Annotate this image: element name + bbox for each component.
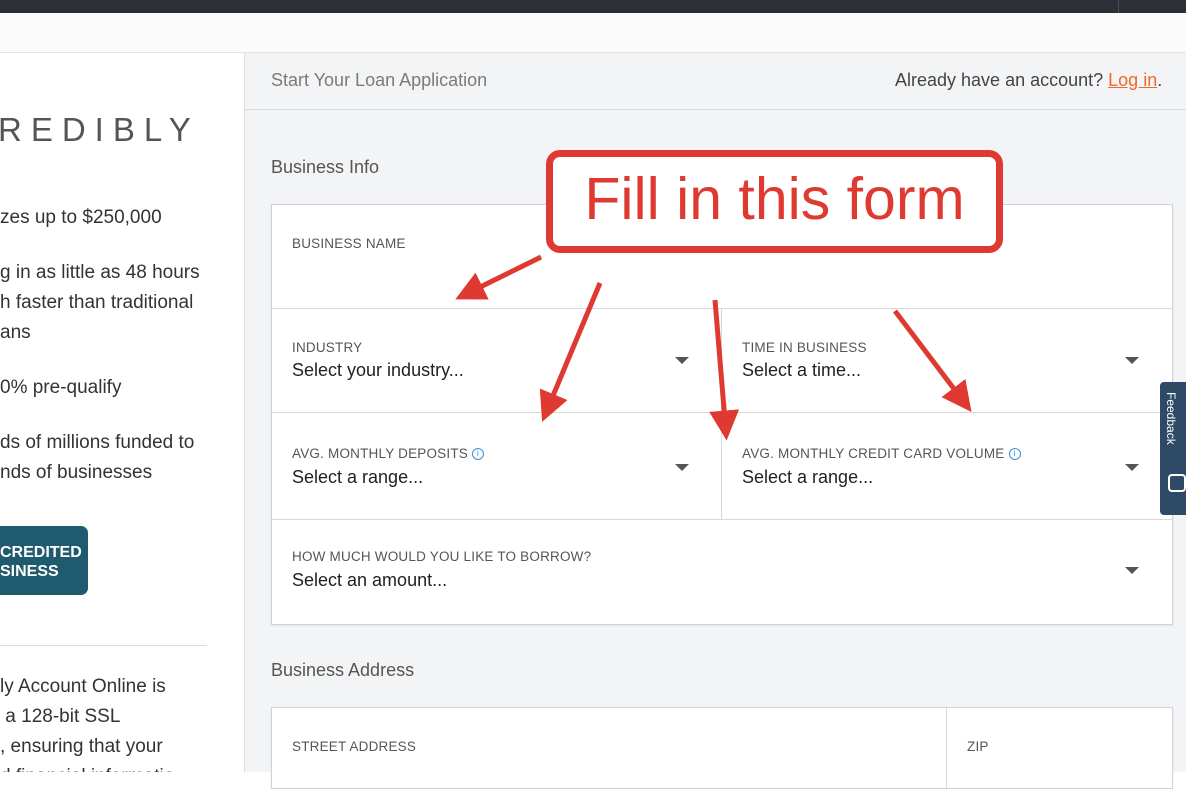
feature-text: 0% pre-qualify [0,377,122,398]
business-address-title: Business Address [271,660,415,680]
time-in-business-value: Select a time... [742,360,862,380]
zip-label: ZIP [967,739,989,754]
security-text: , ensuring that your [0,736,163,757]
camera-icon [1168,474,1186,492]
chevron-down-icon [1125,567,1139,574]
left-sidebar: REDIBLY zes up to $250,000 g in as littl… [0,53,245,772]
feature-text: zes up to $250,000 [0,207,162,228]
borrow-amount-select[interactable]: HOW MUCH WOULD YOU LIKE TO BORROW? Selec… [272,520,1172,624]
monthly-deposits-value: Select a range... [292,467,424,487]
borrow-amount-label: HOW MUCH WOULD YOU LIKE TO BORROW? [292,549,592,564]
chevron-down-icon [675,357,689,364]
industry-value: Select your industry... [292,360,464,380]
security-text: ly Account Online is [0,676,166,697]
feature-text: ds of millions funded to [0,432,195,453]
zip-field[interactable]: ZIP [947,708,1172,788]
account-prompt-text: Already have an account? [895,70,1109,90]
chevron-down-icon [1125,357,1139,364]
account-prompt: Already have an account? Log in. [895,70,1162,91]
street-address-field[interactable]: STREET ADDRESS [272,708,947,788]
business-address-form: STREET ADDRESS ZIP [271,707,1173,789]
monthly-deposits-label-text: AVG. MONTHLY DEPOSITS [292,446,468,461]
browser-divider [1118,0,1119,13]
info-icon[interactable]: i [471,448,484,460]
page-title: Start Your Loan Application [271,70,488,90]
chevron-down-icon [1125,464,1139,471]
feature-text: nds of businesses [0,462,153,483]
industry-select[interactable]: INDUSTRY Select your industry... [272,309,722,413]
business-info-form: BUSINESS NAME INDUSTRY Select your indus… [271,204,1173,625]
business-info-title: Business Info [271,157,380,177]
security-text: a 128-bit SSL [0,706,121,727]
credit-card-volume-select[interactable]: AVG. MONTHLY CREDIT CARD VOLUME i Select … [722,413,1172,520]
browser-toolbar [0,13,1186,53]
form-header: Start Your Loan Application Already have… [245,53,1186,110]
accredited-business-badge[interactable]: CREDITED SINESS [0,526,88,595]
feature-text: h faster than traditional [0,292,194,313]
street-address-label: STREET ADDRESS [292,739,417,754]
badge-line: CREDITED [0,544,82,561]
period: . [1157,70,1163,90]
credit-card-volume-value: Select a range... [742,467,874,487]
borrow-amount-value: Select an amount... [292,570,448,590]
info-icon[interactable]: i [1008,448,1021,460]
time-in-business-select[interactable]: TIME IN BUSINESS Select a time... [722,309,1172,413]
monthly-deposits-select[interactable]: AVG. MONTHLY DEPOSITS i Select a range... [272,413,722,520]
annotation-callout: Fill in this form [546,150,1003,253]
sidebar-divider [0,645,207,646]
industry-label: INDUSTRY [292,340,363,355]
badge-line: SINESS [0,563,59,580]
business-name-label: BUSINESS NAME [292,236,406,251]
feedback-label: Feedback [1164,392,1178,445]
credit-card-volume-label: AVG. MONTHLY CREDIT CARD VOLUME i [742,446,1021,461]
login-link[interactable]: Log in [1108,70,1157,90]
feedback-tab[interactable]: Feedback [1160,382,1186,515]
time-in-business-label: TIME IN BUSINESS [742,340,867,355]
credit-card-volume-label-text: AVG. MONTHLY CREDIT CARD VOLUME [742,446,1005,461]
browser-top-bar [0,0,1186,13]
feature-text: ans [0,322,31,343]
security-text: d financial informatio [0,762,174,772]
annotation-text: Fill in this form [584,166,965,232]
brand-logo: REDIBLY [0,111,200,148]
chevron-down-icon [675,464,689,471]
monthly-deposits-label: AVG. MONTHLY DEPOSITS i [292,446,484,461]
feature-text: g in as little as 48 hours [0,262,200,283]
